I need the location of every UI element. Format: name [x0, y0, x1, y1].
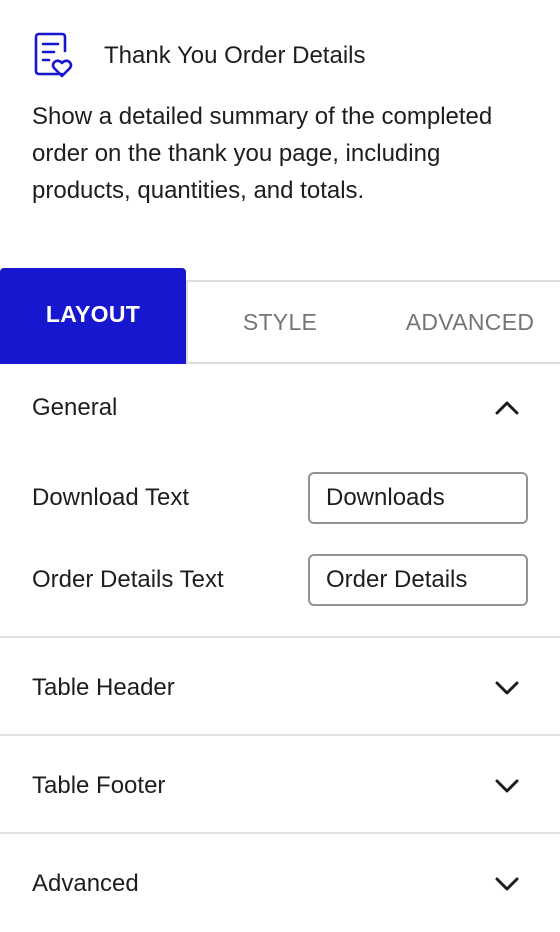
section-table-header-toggle[interactable]: Table Header — [32, 674, 520, 702]
section-table-header[interactable]: Table Header — [0, 638, 560, 736]
settings-tabs: LAYOUT STYLE ADVANCED — [0, 268, 560, 364]
section-advanced[interactable]: Advanced — [0, 834, 560, 932]
block-settings-panel: Thank You Order Details Show a detailed … — [0, 0, 560, 932]
block-description: Show a detailed summary of the completed… — [32, 103, 493, 204]
download-text-input[interactable] — [308, 472, 528, 524]
chevron-down-icon — [495, 779, 519, 793]
section-table-footer-toggle[interactable]: Table Footer — [32, 772, 520, 800]
tab-advanced[interactable]: ADVANCED — [372, 280, 560, 364]
section-title-table-footer: Table Footer — [32, 772, 166, 799]
section-title-advanced: Advanced — [32, 870, 139, 897]
order-details-text-label: Order Details Text — [32, 566, 224, 593]
block-header: Thank You Order Details — [32, 30, 365, 82]
order-details-text-input[interactable] — [308, 554, 528, 606]
document-heart-icon — [34, 32, 73, 78]
tab-style[interactable]: STYLE — [186, 280, 374, 364]
order-details-text-field: Order Details Text — [32, 554, 528, 606]
section-general: General Download Text Order Details Text — [0, 364, 560, 638]
download-text-label: Download Text — [32, 484, 189, 511]
section-title-table-header: Table Header — [32, 674, 175, 701]
download-text-field: Download Text — [32, 472, 528, 524]
block-title: Thank You Order Details — [104, 42, 366, 69]
chevron-up-icon — [495, 401, 519, 415]
section-general-toggle[interactable]: General — [32, 394, 520, 422]
chevron-down-icon — [495, 681, 519, 695]
chevron-down-icon — [495, 877, 519, 891]
section-advanced-toggle[interactable]: Advanced — [32, 870, 520, 898]
section-title-general: General — [32, 394, 118, 421]
tab-layout[interactable]: LAYOUT — [0, 268, 186, 364]
section-table-footer[interactable]: Table Footer — [0, 736, 560, 834]
